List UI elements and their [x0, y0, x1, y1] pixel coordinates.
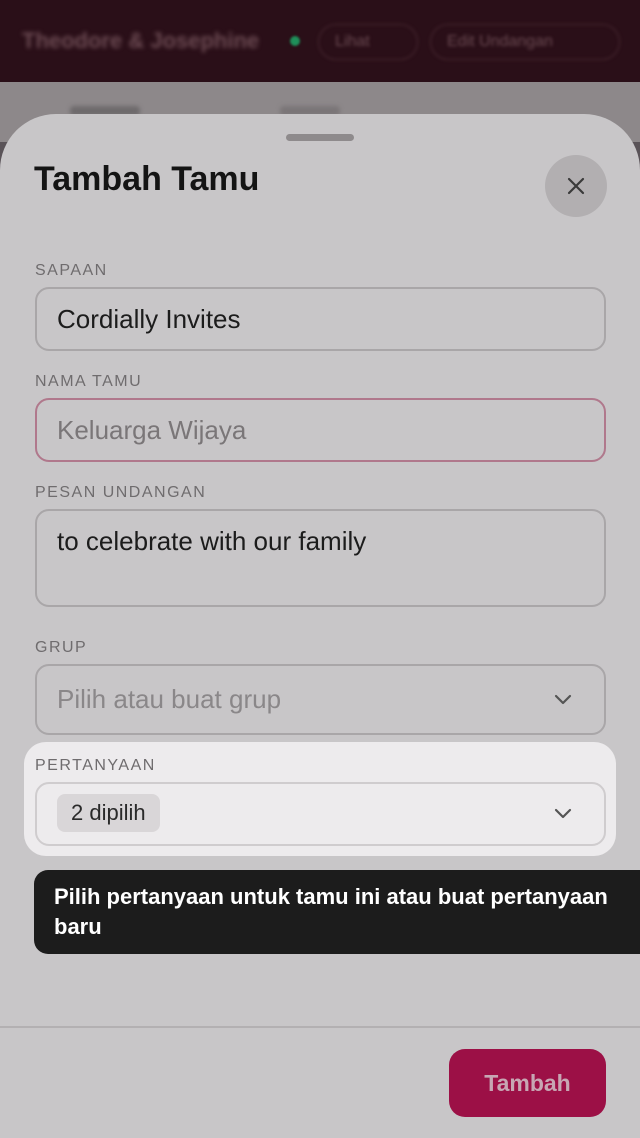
chevron-down-icon [554, 694, 572, 704]
selected-count-chip: 2 dipilih [57, 794, 160, 832]
footer-divider [0, 1026, 640, 1028]
sheet-grabber[interactable] [286, 134, 354, 141]
sapaan-value: Cordially Invites [57, 304, 241, 334]
sapaan-input[interactable]: Cordially Invites [35, 287, 606, 351]
close-button[interactable] [545, 155, 607, 217]
edit-invitation-button[interactable]: Edit Undangan [430, 24, 620, 60]
pertanyaan-select[interactable]: 2 dipilih [35, 782, 606, 846]
app-header: Theodore & Josephine Lihat Edit Undangan [0, 0, 640, 82]
onboarding-tooltip: Pilih pertanyaan untuk tamu ini atau bua… [34, 870, 640, 954]
tambah-button[interactable]: Tambah [449, 1049, 606, 1117]
nama-tamu-label: NAMA TAMU [35, 373, 143, 390]
pesan-label: PESAN UNDANGAN [35, 484, 207, 501]
nama-tamu-input[interactable]: Keluarga Wijaya [35, 398, 606, 462]
add-guest-sheet: Tambah Tamu SAPAAN Cordially Invites NAM… [0, 114, 640, 1138]
nama-tamu-placeholder: Keluarga Wijaya [57, 415, 247, 445]
grup-label: GRUP [35, 639, 88, 656]
view-button[interactable]: Lihat [318, 24, 418, 60]
chevron-down-icon [554, 808, 572, 819]
grup-placeholder: Pilih atau buat grup [57, 684, 282, 714]
sapaan-label: SAPAAN [35, 262, 108, 279]
pesan-value: to celebrate with our family [57, 526, 367, 556]
pertanyaan-label: PERTANYAAN [35, 757, 156, 774]
grup-select[interactable]: Pilih atau buat grup [35, 664, 606, 735]
app-title: Theodore & Josephine [22, 28, 260, 53]
sheet-title: Tambah Tamu [34, 160, 260, 198]
close-icon [567, 177, 585, 195]
pesan-textarea[interactable]: to celebrate with our family [35, 509, 606, 607]
status-dot [290, 36, 300, 46]
